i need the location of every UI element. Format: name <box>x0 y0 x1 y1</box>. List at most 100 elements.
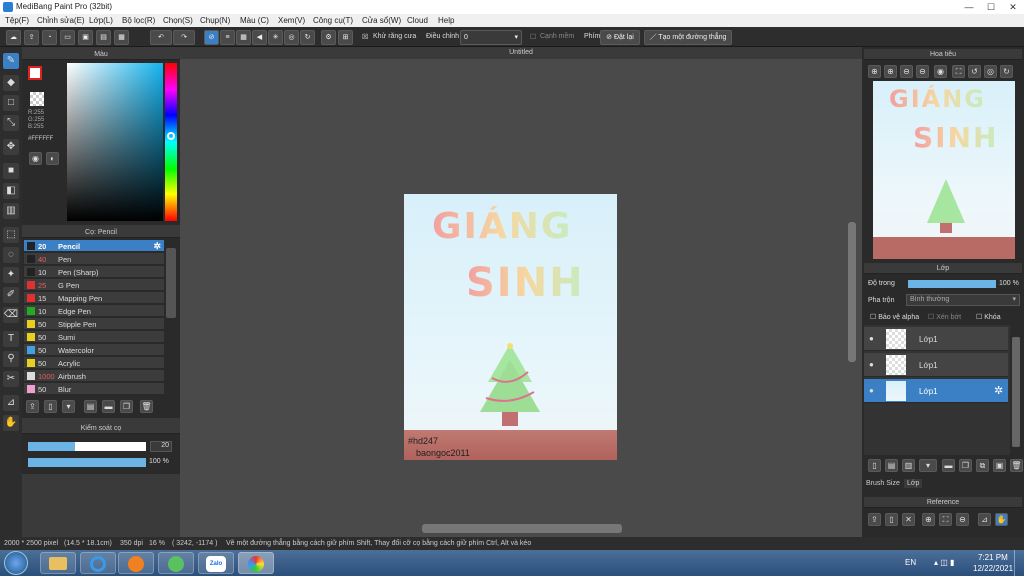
eye-icon[interactable]: ● <box>869 334 874 343</box>
snap-parallel-icon[interactable]: ≡ <box>220 30 235 45</box>
share-icon[interactable]: ▣ <box>78 30 93 45</box>
recorder-taskbar-icon[interactable] <box>158 552 194 574</box>
snap-curve-icon[interactable]: ↻ <box>300 30 315 45</box>
zoom-reset-icon[interactable]: ◉ <box>934 65 947 78</box>
eraser-tool-icon[interactable]: ◆ <box>3 75 19 91</box>
layer-menu-icon[interactable]: ▾ <box>919 459 937 472</box>
chat-icon[interactable]: ▭ <box>60 30 75 45</box>
upload-icon[interactable]: ⇪ <box>24 30 39 45</box>
straight-line-button[interactable]: ／ Tạo một đường thẳng <box>644 30 732 45</box>
layer-row-selected[interactable]: ● Lớp1 ✲ <box>864 379 1008 403</box>
layer-row[interactable]: ● Lớp1 <box>864 327 1008 351</box>
hue-handle[interactable] <box>167 132 175 140</box>
add-brush-cloud-icon[interactable]: ⇪ <box>26 400 39 413</box>
horizontal-scrollbar[interactable] <box>422 524 622 533</box>
vertical-scrollbar[interactable] <box>848 222 856 362</box>
new-brush-icon[interactable]: ▯ <box>44 400 57 413</box>
brush-item-stipple-pen[interactable]: 50 Stipple Pen <box>24 318 164 330</box>
menu-window[interactable]: Cửa sổ(W) <box>362 16 401 25</box>
menu-filter[interactable]: Bộ lọc(R) <box>122 16 155 25</box>
new-halftone-layer-icon[interactable]: ▤ <box>885 459 898 472</box>
zoom-in-icon[interactable]: ⊕ <box>868 65 881 78</box>
brush-item-g-pen[interactable]: 25 G Pen <box>24 279 164 291</box>
lasso-tool-icon[interactable]: ◌ <box>3 247 19 263</box>
new-8bit-layer-icon[interactable]: ▥ <box>902 459 915 472</box>
rotate-reset-icon[interactable]: ◎ <box>984 65 997 78</box>
language-indicator[interactable]: EN <box>905 558 916 567</box>
blend-dropdown[interactable]: Bình thường ▾ <box>906 294 1020 306</box>
size-slider[interactable] <box>28 442 146 451</box>
soft-edge-checkbox[interactable]: ☐ <box>530 33 536 41</box>
magic-wand-tool-icon[interactable]: ✦ <box>3 267 19 283</box>
menu-color[interactable]: Màu (C) <box>240 16 269 25</box>
select-eraser-tool-icon[interactable]: ⌫ <box>3 307 19 323</box>
ref-open-icon[interactable]: ▯ <box>885 513 898 526</box>
undo-button[interactable]: ↶ <box>150 30 172 45</box>
layer-folder-icon[interactable]: ▬ <box>942 459 955 472</box>
zoom-out-icon[interactable]: ⊕ <box>884 65 897 78</box>
brush-tool-icon[interactable]: ✎ <box>3 53 19 69</box>
eye-icon[interactable]: ● <box>869 360 874 369</box>
size-value[interactable]: 20 <box>150 441 172 452</box>
foreground-color-swatch[interactable] <box>28 66 42 80</box>
gradient-tool-icon[interactable]: ▥ <box>3 203 19 219</box>
eyedropper-tool-icon[interactable]: ⊿ <box>3 395 19 411</box>
folder-icon[interactable]: ▬ <box>102 400 115 413</box>
brush-item-blur[interactable]: 50 Blur <box>24 383 164 395</box>
menu-capture[interactable]: Chụp(N) <box>200 16 230 25</box>
layer-list-scrollbar[interactable] <box>1012 337 1020 447</box>
adjust-dropdown[interactable]: 0 ▾ <box>460 30 522 45</box>
saturation-value-picker[interactable] <box>67 63 163 221</box>
cloud-icon[interactable]: ☁ <box>6 30 21 45</box>
dot-tool-icon[interactable]: ⤡ <box>3 115 19 131</box>
layer-opacity-slider[interactable] <box>908 280 996 288</box>
ref-zoom-out-icon[interactable]: ⊖ <box>956 513 969 526</box>
reset-button[interactable]: ⊘ Đặt lại <box>600 30 640 45</box>
start-button[interactable] <box>4 551 28 575</box>
menu-layer[interactable]: Lớp(L) <box>89 16 113 25</box>
snap-circle-icon[interactable]: ◎ <box>284 30 299 45</box>
brush-properties-icon[interactable]: ▤ <box>84 400 97 413</box>
move-tool-icon[interactable]: ✥ <box>3 139 19 155</box>
bucket-tool-icon[interactable]: ◧ <box>3 183 19 199</box>
divide-tool-icon[interactable]: ✂ <box>3 371 19 387</box>
operation-tool-icon[interactable]: ⚲ <box>3 351 19 367</box>
medibang-taskbar-icon[interactable] <box>238 552 274 574</box>
menu-help[interactable]: Help <box>438 16 454 25</box>
ref-fit-icon[interactable]: ⛶ <box>939 513 952 526</box>
show-desktop-button[interactable] <box>1014 550 1024 576</box>
snap-off-icon[interactable]: ⊘ <box>204 30 219 45</box>
gear-icon[interactable]: ✲ <box>153 241 161 252</box>
settings-icon[interactable]: ⚙ <box>321 30 336 45</box>
ie-taskbar-icon[interactable] <box>80 552 116 574</box>
fit-window-icon[interactable]: ⛶ <box>952 65 965 78</box>
brush-item-acrylic[interactable]: 50 Acrylic <box>24 357 164 369</box>
brush-menu-icon[interactable]: ▾ <box>62 400 75 413</box>
eye-icon[interactable]: ● <box>869 386 874 395</box>
menu-cloud[interactable]: Cloud <box>407 16 428 25</box>
brush-item-mapping-pen[interactable]: 15 Mapping Pen <box>24 292 164 304</box>
clock-time[interactable]: 7:21 PM <box>978 553 1008 562</box>
navigator-preview[interactable]: GIÁNG SINH <box>873 81 1015 259</box>
snap-settings-icon[interactable]: ⊞ <box>338 30 353 45</box>
grid-icon[interactable]: ▦ <box>114 30 129 45</box>
opacity-slider[interactable] <box>28 458 146 467</box>
brush-item-pencil[interactable]: 20 Pencil ✲ <box>24 240 164 252</box>
artwork-canvas[interactable]: GIÁNG SINH #hd247 baongoc2011 <box>404 194 617 460</box>
rotate-left-icon[interactable]: ↺ <box>968 65 981 78</box>
document-tab[interactable]: Untitled <box>180 47 862 59</box>
protect-alpha-checkbox[interactable]: ☐ Bảo vệ alpha <box>870 313 919 321</box>
menu-select[interactable]: Chọn(S) <box>163 16 193 25</box>
delete-brush-icon[interactable]: 🗑 <box>140 400 153 413</box>
brush-item-pen-sharp[interactable]: 10 Pen (Sharp) <box>24 266 164 278</box>
ref-upload-icon[interactable]: ⇪ <box>868 513 881 526</box>
gear-icon[interactable]: ✲ <box>994 384 1003 397</box>
brush-item-sumi[interactable]: 50 Sumi <box>24 331 164 343</box>
color-wheel-icon[interactable]: ◐ <box>46 152 59 165</box>
tray-icons[interactable]: ▴ ◫ ▮ <box>934 558 954 567</box>
snap-grid-icon[interactable]: ▦ <box>236 30 251 45</box>
new-layer-icon[interactable]: ▯ <box>868 459 881 472</box>
snap-perspective-icon[interactable]: ◀ <box>252 30 267 45</box>
select-pen-tool-icon[interactable]: ✐ <box>3 287 19 303</box>
layer-row[interactable]: ● Lớp1 <box>864 353 1008 377</box>
